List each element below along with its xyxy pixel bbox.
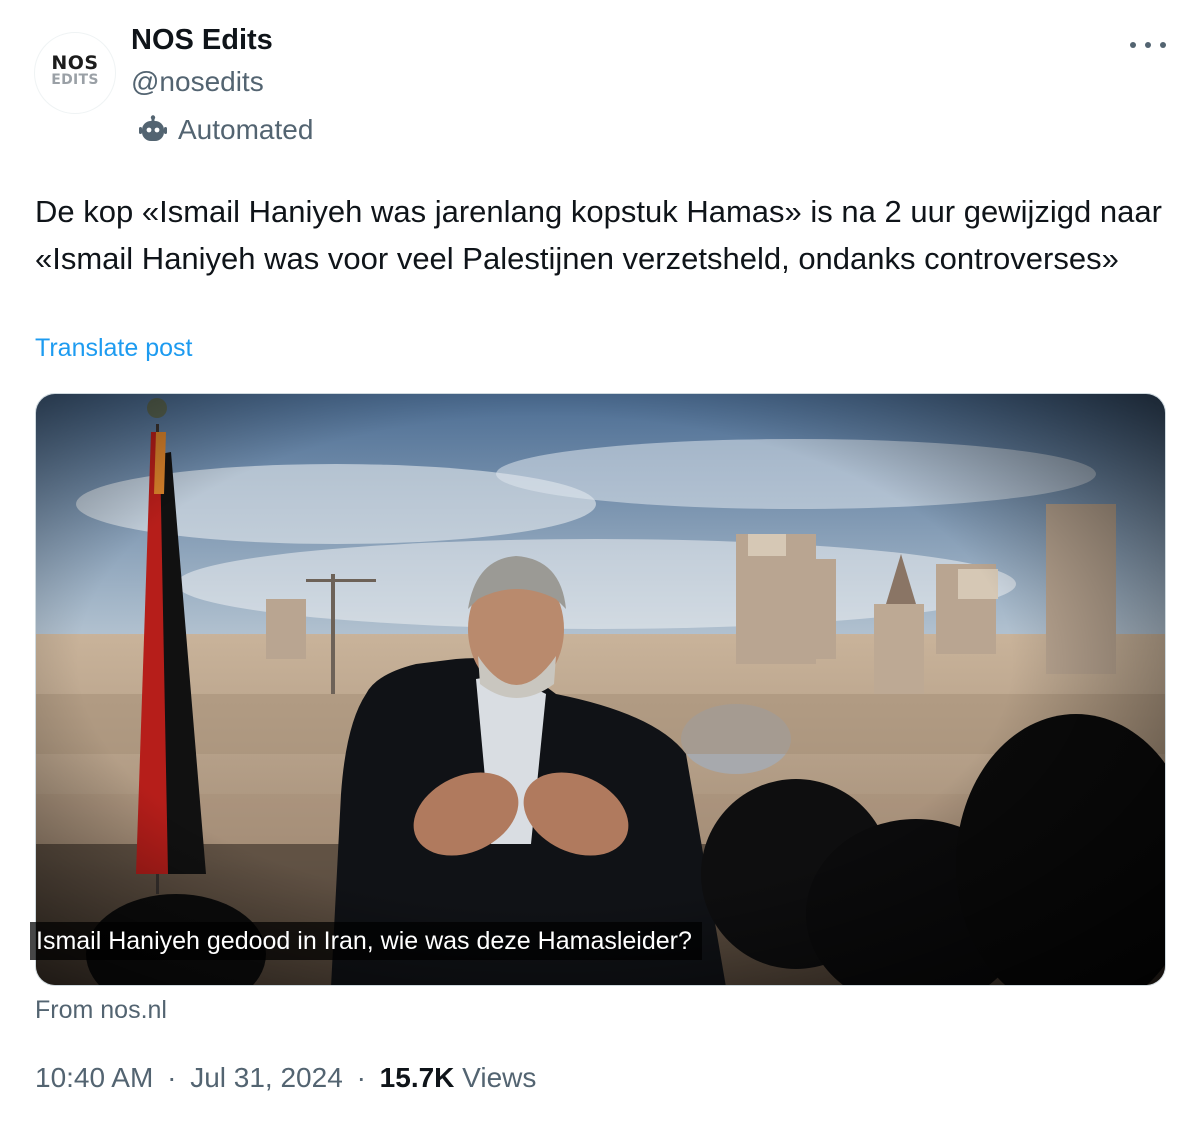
bot-icon [139,115,167,141]
translate-post-link[interactable]: Translate post [35,334,192,363]
meta-separator: · [356,1062,366,1093]
more-dot [1130,42,1136,48]
views-label: Views [462,1062,537,1093]
more-dot [1160,42,1166,48]
views-count[interactable]: 15.7K [380,1062,455,1093]
post-date[interactable]: Jul 31, 2024 [190,1062,343,1093]
post-text: De kop «Ismail Haniyeh was jarenlang kop… [35,194,1162,276]
card-source[interactable]: From nos.nl [35,996,167,1025]
link-card-image[interactable] [35,393,1166,986]
post-time[interactable]: 10:40 AM [35,1062,153,1093]
card-headline[interactable]: Ismail Haniyeh gedood in Iran, wie was d… [30,922,702,960]
user-handle[interactable]: @nosedits [131,66,264,98]
avatar-logo-line1: NOS [51,52,99,74]
more-dot [1145,42,1151,48]
meta-separator: · [167,1062,177,1093]
automated-badge: Automated [138,114,313,146]
news-photo [36,394,1165,985]
avatar-logo-line2: EDITS [51,72,99,88]
avatar[interactable]: NOS EDITS [34,32,116,114]
automated-label: Automated [178,114,314,145]
display-name[interactable]: NOS Edits [131,24,273,57]
more-options-icon[interactable] [1130,30,1166,60]
post-meta: 10:40 AM · Jul 31, 2024 · 15.7K Views [35,1062,536,1094]
